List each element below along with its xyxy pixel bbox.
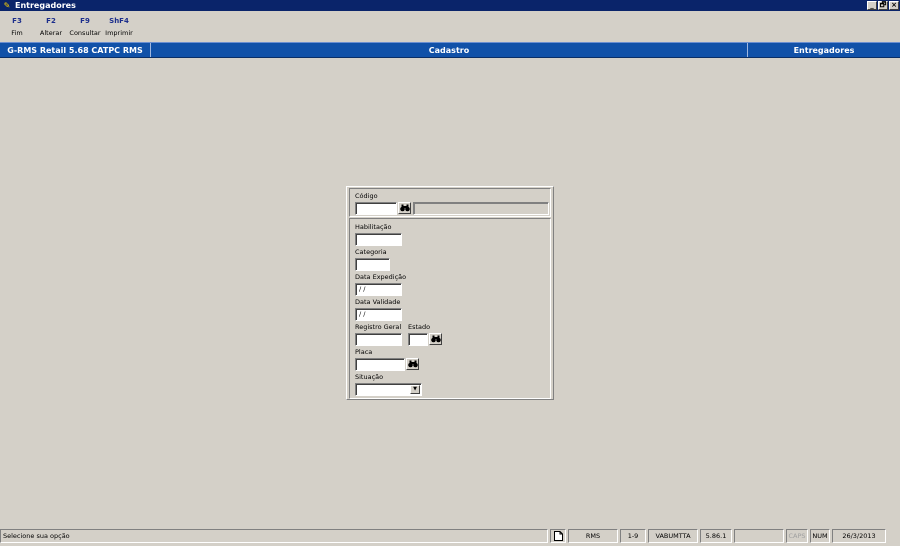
status-range: 1-9 [620, 529, 646, 543]
toolbar-key: F2 [46, 17, 56, 25]
page-icon [553, 531, 563, 541]
codigo-label: Código [355, 192, 378, 200]
header-band: G-RMS Retail 5.68 CATPC RMS Cadastro Ent… [0, 42, 900, 58]
status-user: VABUMTTA [648, 529, 698, 543]
toolbar-label: Fim [11, 29, 23, 37]
toolbar-key: ShF4 [109, 17, 129, 25]
data-expedicao-input[interactable]: / / [355, 283, 402, 296]
codigo-lookup-button[interactable] [398, 202, 411, 214]
data-validade-label: Data Validade [355, 298, 401, 306]
status-num: NUM [810, 529, 830, 543]
estado-input[interactable] [408, 333, 428, 346]
restore-button[interactable]: 🗗 [878, 1, 888, 10]
details-group: Habilitação Categoria Data Expedição / /… [349, 218, 551, 399]
status-message: Selecione sua opção [0, 529, 548, 543]
close-button[interactable]: × [889, 1, 899, 10]
app-icon: ✎ [3, 1, 11, 10]
registro-geral-label: Registro Geral [355, 323, 402, 331]
system-name: G-RMS Retail 5.68 CATPC RMS [0, 43, 151, 57]
codigo-input[interactable] [355, 202, 397, 215]
entregadores-form: Código Habilitação Categoria Data Expedi… [346, 186, 554, 400]
function-key-toolbar: F3 Fim F2 Alterar F9 Consultar ShF4 Impr… [0, 13, 136, 41]
status-empty [734, 529, 784, 543]
situacao-select[interactable]: ▼ [355, 383, 422, 396]
placa-input[interactable] [355, 358, 405, 371]
situacao-label: Situação [355, 373, 384, 381]
habilitacao-input[interactable] [355, 233, 402, 246]
binoculars-icon [399, 204, 410, 212]
registro-geral-input[interactable] [355, 333, 402, 346]
data-validade-input[interactable]: / / [355, 308, 402, 321]
status-version: 5.86.1 [700, 529, 732, 543]
estado-lookup-button[interactable] [429, 333, 442, 345]
status-bar: Selecione sua opção RMS 1-9 VABUMTTA 5.8… [0, 528, 900, 544]
minimize-button[interactable]: _ [867, 1, 877, 10]
data-expedicao-label: Data Expedição [355, 273, 407, 281]
codigo-description [413, 202, 549, 215]
window-title-bar: ✎ Entregadores _ 🗗 × [0, 0, 900, 11]
categoria-label: Categoria [355, 248, 387, 256]
window-title: Entregadores [15, 1, 76, 10]
status-caps: CAPS [786, 529, 808, 543]
estado-label: Estado [408, 323, 431, 331]
binoculars-icon [430, 335, 441, 343]
toolbar-consultar-button[interactable]: F9 Consultar [68, 13, 102, 41]
codigo-group: Código [349, 188, 551, 217]
toolbar-label: Imprimir [105, 29, 133, 37]
placa-label: Placa [355, 348, 373, 356]
toolbar-label: Consultar [69, 29, 101, 37]
toolbar-imprimir-button[interactable]: ShF4 Imprimir [102, 13, 136, 41]
screen-name: Entregadores [793, 45, 855, 55]
module-name: Cadastro [151, 43, 748, 57]
window-controls: _ 🗗 × [867, 1, 899, 10]
chevron-down-icon[interactable]: ▼ [410, 385, 420, 394]
toolbar-key: F3 [12, 17, 22, 25]
binoculars-icon [407, 360, 418, 368]
toolbar-key: F9 [80, 17, 90, 25]
document-icon [550, 529, 566, 543]
toolbar-label: Alterar [39, 29, 63, 37]
toolbar-alterar-button[interactable]: F2 Alterar [34, 13, 68, 41]
toolbar-fim-button[interactable]: F3 Fim [0, 13, 34, 41]
status-date: 26/3/2013 [832, 529, 886, 543]
categoria-input[interactable] [355, 258, 390, 271]
placa-lookup-button[interactable] [406, 358, 419, 370]
habilitacao-label: Habilitação [355, 223, 392, 231]
status-system: RMS [568, 529, 618, 543]
